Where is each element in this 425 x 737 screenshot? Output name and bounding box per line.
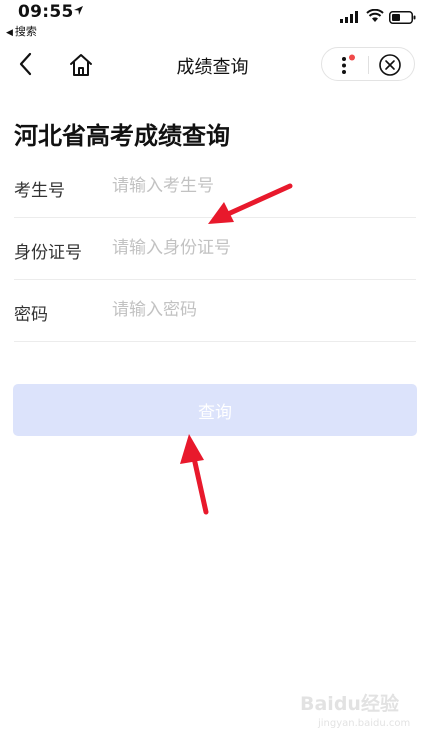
annotation-arrow-to-query-button (180, 434, 209, 515)
battery-icon (389, 11, 416, 24)
watermark-url-text: jingyan.baidu.com (317, 718, 410, 729)
more-options-icon[interactable] (336, 54, 356, 76)
close-circle-icon[interactable] (378, 53, 402, 77)
password-input[interactable] (112, 294, 402, 326)
capsule-divider (368, 56, 369, 74)
status-time: 09:55 (18, 2, 74, 22)
wifi-icon (366, 9, 384, 22)
baidu-jingyan-watermark: Baidu经验 jingyan.baidu.com (300, 692, 410, 729)
password-label: 密码 (14, 305, 48, 325)
id-number-input[interactable] (112, 232, 402, 264)
password-row: 密码 (14, 280, 416, 342)
back-to-app-link[interactable]: ◀ 搜索 (6, 23, 37, 39)
id-number-label: 身份证号 (14, 243, 82, 263)
notification-dot (349, 54, 355, 61)
location-arrow-icon (74, 6, 83, 15)
status-bar: 09:55 ◀ 搜索 (0, 0, 425, 40)
watermark-brand-text: Baidu经验 (300, 692, 400, 715)
page-title: 河北省高考成绩查询 (14, 122, 230, 150)
exam-number-label: 考生号 (14, 181, 65, 201)
query-button[interactable]: 查询 (13, 384, 417, 436)
back-triangle-icon: ◀ (6, 28, 13, 38)
annotation-arrow-to-id-field (208, 183, 293, 224)
back-app-label: 搜索 (14, 25, 37, 38)
cellular-signal-icon (340, 11, 358, 23)
navigation-bar: 成绩查询 (0, 40, 425, 88)
mini-program-capsule (321, 47, 415, 81)
